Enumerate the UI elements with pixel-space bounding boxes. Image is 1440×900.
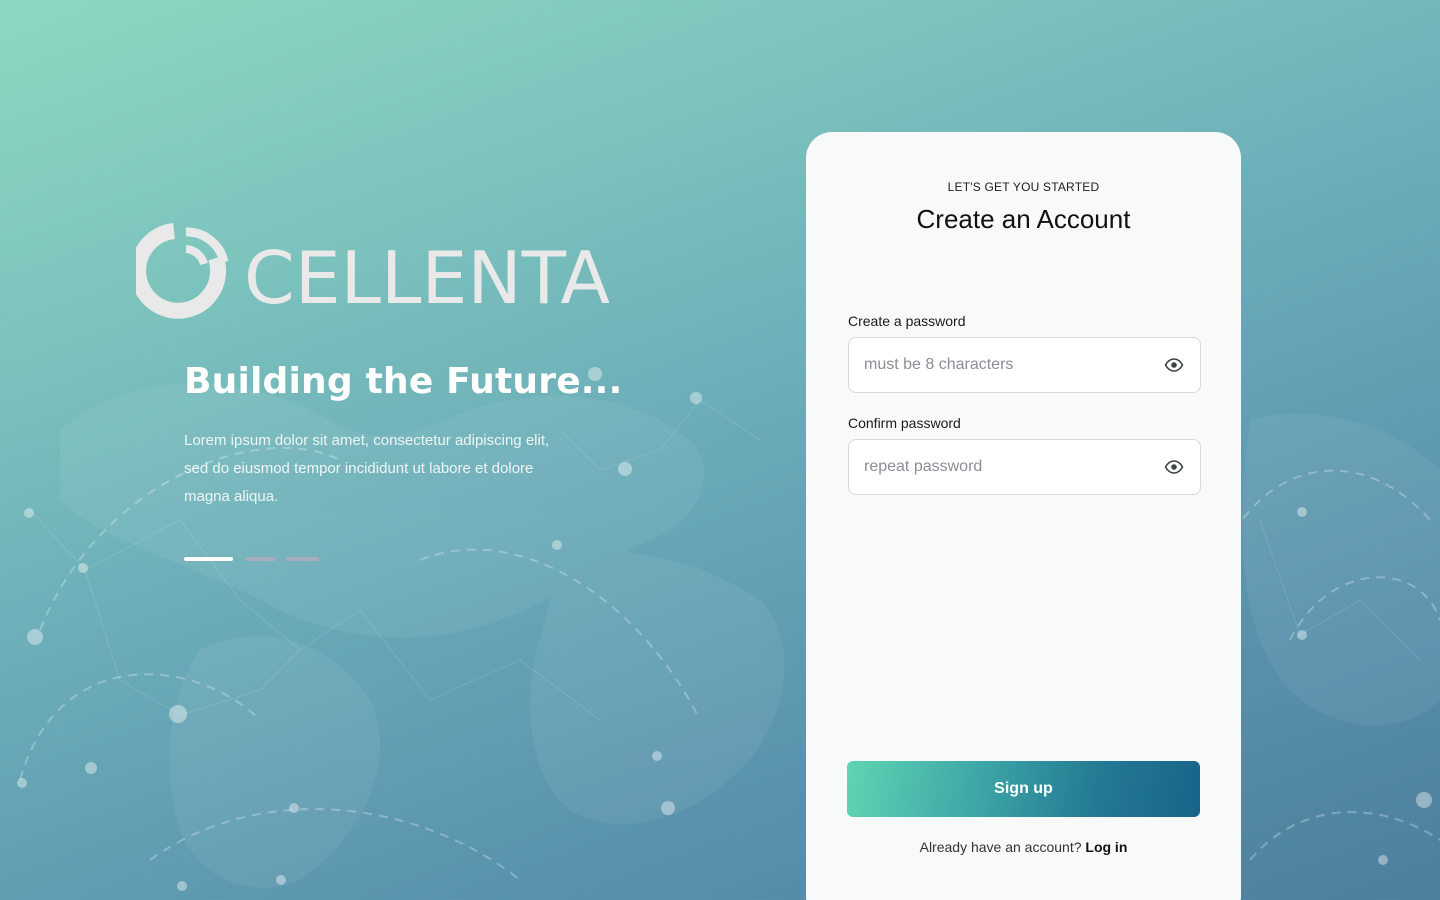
- pagination-dot-1[interactable]: [184, 557, 233, 561]
- hero-title: Building the Future...: [184, 361, 623, 402]
- login-link[interactable]: Log in: [1085, 839, 1127, 855]
- pagination-dot-2[interactable]: [245, 557, 276, 561]
- password-label: Create a password: [848, 313, 966, 329]
- eyebrow-text: LET'S GET YOU STARTED: [947, 180, 1100, 194]
- signup-card: LET'S GET YOU STARTED Create an Account …: [806, 132, 1241, 900]
- confirm-password-label: Confirm password: [848, 415, 961, 431]
- password-field: [848, 337, 1201, 393]
- eye-icon[interactable]: [1164, 458, 1184, 476]
- confirm-password-input[interactable]: [864, 440, 1154, 494]
- card-title: Create an Account: [916, 204, 1131, 234]
- logo-wordmark: CELLENTA: [244, 236, 610, 320]
- confirm-password-field: [848, 439, 1201, 495]
- logo-ring: [136, 223, 227, 319]
- login-prompt-line: Already have an account? Log in: [806, 839, 1241, 855]
- pagination-dot-3[interactable]: [286, 557, 319, 561]
- eye-icon[interactable]: [1164, 356, 1184, 374]
- hero-description: Lorem ipsum dolor sit amet, consectetur …: [184, 432, 550, 505]
- password-input[interactable]: [864, 338, 1154, 392]
- login-prompt-text: Already have an account?: [919, 839, 1082, 855]
- cellenta-logo: CELLENTA: [136, 223, 610, 320]
- signup-button[interactable]: Sign up: [847, 761, 1200, 817]
- logo-inner-arc-small: [185, 245, 208, 266]
